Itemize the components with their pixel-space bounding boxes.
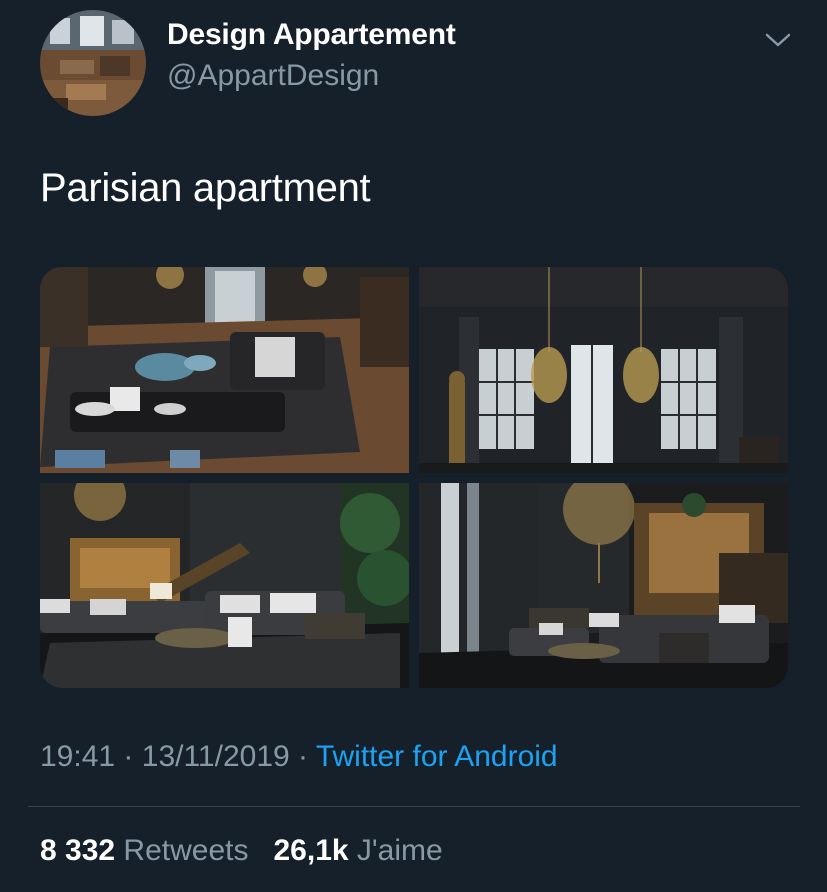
media-photo[interactable] xyxy=(419,483,788,688)
tweet-stats: 8 332 Retweets 26,1k J'aime xyxy=(40,834,443,868)
media-photo[interactable] xyxy=(40,267,409,473)
tweet-text: Parisian apartment xyxy=(40,166,371,210)
avatar-photo-icon xyxy=(40,10,146,116)
retweets-stat[interactable]: 8 332 Retweets xyxy=(40,834,257,867)
tweet-time[interactable]: 19:41 xyxy=(40,740,115,773)
avatar[interactable] xyxy=(40,10,146,116)
display-name[interactable]: Design Appartement xyxy=(167,18,456,52)
tweet-meta: 19:41 · 13/11/2019 · Twitter for Android xyxy=(40,740,558,774)
likes-stat[interactable]: 26,1k J'aime xyxy=(274,834,443,867)
meta-separator: · xyxy=(298,740,309,773)
likes-count: 26,1k xyxy=(273,834,349,867)
user-handle[interactable]: @AppartDesign xyxy=(167,59,379,93)
meta-separator: · xyxy=(123,740,134,773)
retweets-label: Retweets xyxy=(123,834,249,867)
tweet-date[interactable]: 13/11/2019 xyxy=(142,740,290,773)
media-photo[interactable] xyxy=(419,267,788,473)
retweets-count: 8 332 xyxy=(40,834,116,867)
tweet-source-link[interactable]: Twitter for Android xyxy=(316,740,558,773)
divider xyxy=(28,806,800,807)
media-gutter-horizontal xyxy=(40,473,788,483)
more-options-button[interactable] xyxy=(760,26,796,54)
media-photo[interactable] xyxy=(40,483,409,688)
likes-label: J'aime xyxy=(356,834,443,867)
media-grid xyxy=(40,267,788,688)
chevron-down-icon xyxy=(765,33,791,47)
